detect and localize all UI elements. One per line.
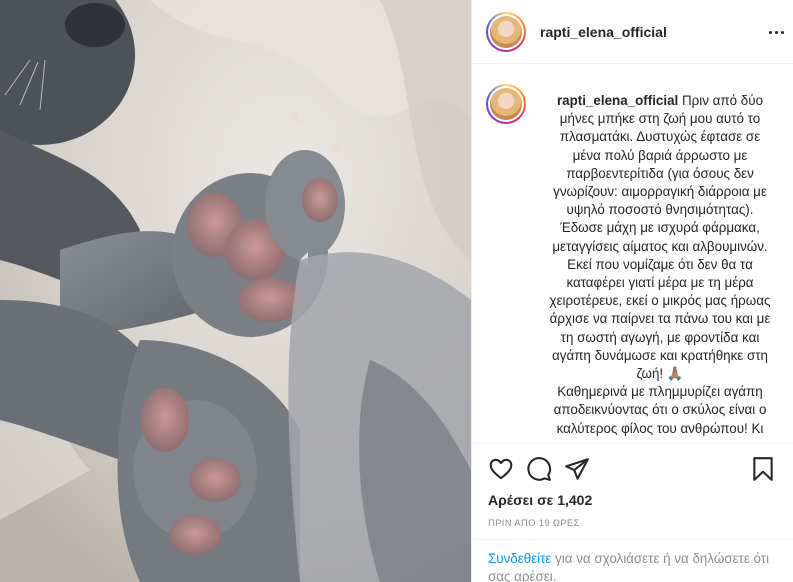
comment-icon[interactable] (526, 456, 552, 482)
post-header: rapti_elena_official (472, 0, 793, 64)
share-icon[interactable] (564, 456, 590, 482)
comment-login-prompt: Συνδεθείτε για να σχολιάσετε ή να δηλώσε… (472, 539, 793, 582)
caption-username[interactable]: rapti_elena_official (557, 93, 678, 108)
action-bar (488, 456, 788, 484)
post-side-panel: rapti_elena_official rapti_elena_officia… (471, 0, 793, 582)
post-timestamp[interactable]: ΠΡΙΝ ΑΠΟ 19 ΩΡΕΣ (488, 518, 580, 529)
avatar-border (488, 13, 524, 50)
caption-paragraph-2: Καθημερινά με πλημμυρίζει αγάπη αποδεικν… (553, 384, 767, 436)
avatar[interactable] (486, 11, 526, 52)
caption-avatar[interactable] (486, 84, 526, 124)
caption-text: rapti_elena_official Πριν από δύο μήνες … (544, 84, 776, 442)
likes-count[interactable]: Αρέσει σε 1,402 (488, 492, 592, 508)
caption-paragraph-1: Πριν από δύο μήνες μπήκε στη ζωή μου αυτ… (549, 93, 771, 382)
login-link[interactable]: Συνδεθείτε (488, 551, 551, 566)
puppy-paws-image (0, 0, 471, 582)
post-photo[interactable] (0, 0, 471, 582)
post-actions-section: Αρέσει σε 1,402 ΠΡΙΝ ΑΠΟ 19 ΩΡΕΣ (472, 443, 793, 539)
avatar-image (490, 15, 522, 48)
caption-avatar-border (488, 86, 524, 122)
caption-avatar-image (490, 88, 522, 120)
more-options-icon[interactable] (764, 22, 788, 42)
heart-icon[interactable] (488, 456, 514, 482)
caption-area: rapti_elena_official Πριν από δύο μήνες … (472, 84, 793, 442)
header-username[interactable]: rapti_elena_official (540, 24, 667, 40)
bookmark-icon[interactable] (750, 456, 776, 482)
